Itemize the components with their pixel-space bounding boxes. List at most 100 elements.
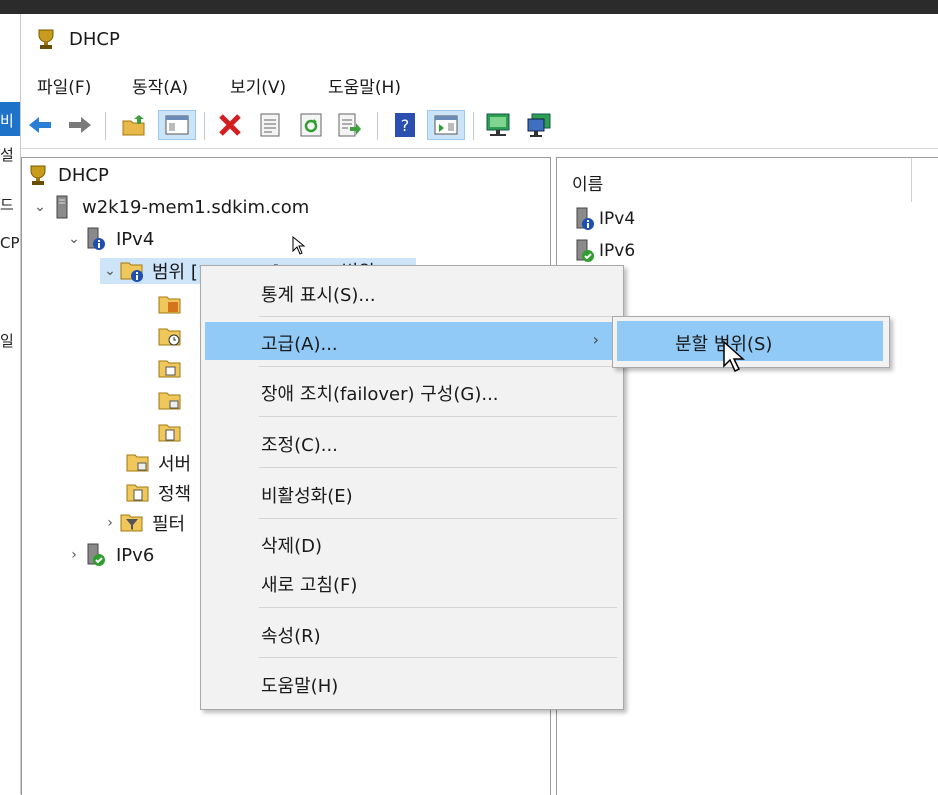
ipv4-server-info-icon	[84, 227, 108, 251]
mouse-pointer-icon	[722, 340, 748, 379]
tree-node-reservations[interactable]	[158, 356, 190, 382]
policies-folder-icon	[126, 481, 150, 505]
leases-folder-clock-icon	[158, 325, 182, 349]
server-icon[interactable]	[485, 112, 511, 138]
ipv6-server-check-icon	[84, 543, 108, 567]
menu-file[interactable]: 파일(F)	[37, 73, 91, 98]
window-title: DHCP	[69, 29, 120, 50]
list-item-label: IPv4	[599, 209, 636, 229]
menu-separator	[259, 416, 617, 417]
properties-icon[interactable]	[257, 112, 283, 138]
menu-item-label: 비활성화(E)	[261, 486, 353, 507]
menu-item-label: 속성(R)	[261, 626, 321, 647]
tree-node-server-options[interactable]: 서버	[126, 450, 191, 476]
menu-item-label: 장애 조치(failover) 구성(G)...	[261, 384, 499, 405]
menu-item-label: 새로 고침(F)	[261, 575, 358, 596]
chevron-right-icon[interactable]: ›	[64, 547, 84, 563]
menu-item-label: 조정(C)...	[261, 435, 338, 456]
edge-text-1: 비	[0, 112, 14, 130]
help-icon[interactable]: ?	[392, 112, 418, 138]
menu-separator	[259, 366, 617, 367]
list-item-ipv4[interactable]: IPv4	[573, 206, 635, 232]
server-options-folder-icon	[126, 451, 150, 475]
tree-node-address-leases[interactable]	[158, 324, 190, 350]
tree-node-filters[interactable]: › 필터	[100, 510, 185, 536]
dhcp-trophy-icon	[35, 28, 57, 50]
list-item-label: IPv6	[599, 241, 636, 261]
tree-label: DHCP	[58, 164, 109, 186]
scope-options-folder-icon	[158, 389, 182, 413]
edge-text-2: 설	[0, 146, 14, 164]
edge-text-4: CP	[0, 234, 20, 252]
menu-view[interactable]: 보기(V)	[230, 73, 286, 98]
show-hide-action-pane-icon[interactable]	[427, 110, 465, 140]
menu-help[interactable]: 도움말(H)	[328, 73, 401, 98]
chevron-down-icon[interactable]: ⌄	[64, 231, 84, 247]
tree-label: w2k19-mem1.sdkim.com	[82, 196, 310, 218]
menu-item-reconcile[interactable]: 조정(C)...	[201, 423, 623, 461]
policies-folder-icon	[158, 421, 182, 445]
tree-node-dhcp-root[interactable]: DHCP	[26, 162, 109, 188]
tree-node-server[interactable]: ⌄ w2k19-mem1.sdkim.com	[30, 194, 309, 220]
mouse-pointer-icon	[292, 235, 306, 261]
refresh-icon[interactable]	[298, 112, 324, 138]
tree-label: IPv4	[116, 228, 155, 250]
tree-label: 필터	[152, 514, 186, 535]
tree-node-ipv6[interactable]: › IPv6	[64, 542, 154, 568]
menu-item-advanced[interactable]: 고급(A)... ›	[205, 322, 617, 360]
menu-action[interactable]: 동작(A)	[132, 73, 188, 98]
address-pool-folder-icon	[158, 293, 182, 317]
list-item-ipv6[interactable]: IPv6	[573, 238, 635, 264]
menu-separator	[259, 518, 617, 519]
toolbar-separator	[473, 112, 474, 140]
toolbar: ?	[21, 104, 938, 149]
menu-separator	[259, 316, 617, 317]
menu-item-split-scope[interactable]: 분할 범위(S)	[617, 321, 883, 361]
scope-folder-info-icon	[120, 259, 144, 283]
menu-item-delete[interactable]: 삭제(D)	[201, 524, 623, 562]
chevron-down-icon[interactable]: ⌄	[30, 199, 50, 215]
filter-folder-icon	[120, 511, 144, 535]
toolbar-separator	[377, 112, 378, 140]
menu-item-label: 통계 표시(S)...	[261, 285, 376, 306]
chevron-down-icon[interactable]: ⌄	[100, 263, 120, 279]
menu-item-refresh[interactable]: 새로 고침(F)	[201, 563, 623, 601]
menu-separator	[259, 467, 617, 468]
column-header-label: 이름	[572, 175, 604, 195]
chevron-right-icon[interactable]: ›	[100, 515, 120, 531]
tree-label: 정책	[158, 484, 192, 505]
column-header-name[interactable]: 이름	[557, 158, 912, 202]
forward-icon[interactable]	[67, 112, 93, 138]
background-window-edge: 비 설 드 CP 일	[0, 14, 21, 794]
delete-icon[interactable]	[217, 112, 243, 138]
title-bar: DHCP	[21, 14, 938, 66]
tree-node-scope-policies[interactable]	[158, 420, 190, 446]
export-list-icon[interactable]	[337, 112, 363, 138]
menu-item-label: 삭제(D)	[261, 536, 323, 557]
menu-item-properties[interactable]: 속성(R)	[201, 614, 623, 652]
back-icon[interactable]	[27, 112, 53, 138]
menu-item-help[interactable]: 도움말(H)	[201, 664, 623, 702]
ipv4-server-info-icon	[573, 207, 597, 231]
tree-label: IPv6	[116, 544, 155, 566]
menu-item-show-statistics[interactable]: 통계 표시(S)...	[201, 273, 623, 311]
server-add-icon[interactable]	[526, 112, 552, 138]
tree-node-address-pool[interactable]	[158, 292, 190, 318]
server-tower-icon	[50, 195, 74, 219]
tree-node-policies[interactable]: 정책	[126, 480, 191, 506]
toolbar-separator	[204, 112, 205, 140]
background-window-strip	[0, 0, 938, 14]
svg-text:?: ?	[401, 116, 410, 135]
menu-bar: 파일(F) 동작(A) 보기(V) 도움말(H)	[21, 66, 938, 102]
tree-node-scope-options[interactable]	[158, 388, 190, 414]
up-folder-icon[interactable]	[121, 112, 147, 138]
ipv6-server-check-icon	[573, 239, 597, 263]
toolbar-separator	[105, 112, 106, 140]
menu-item-label: 도움말(H)	[261, 676, 339, 697]
show-hide-console-tree-icon[interactable]	[158, 110, 196, 140]
menu-item-configure-failover[interactable]: 장애 조치(failover) 구성(G)...	[201, 372, 623, 410]
tree-node-ipv4[interactable]: ⌄ IPv4	[64, 226, 154, 252]
menu-item-deactivate[interactable]: 비활성화(E)	[201, 474, 623, 512]
menu-item-label: 고급(A)...	[261, 334, 338, 355]
reservations-folder-icon	[158, 357, 182, 381]
